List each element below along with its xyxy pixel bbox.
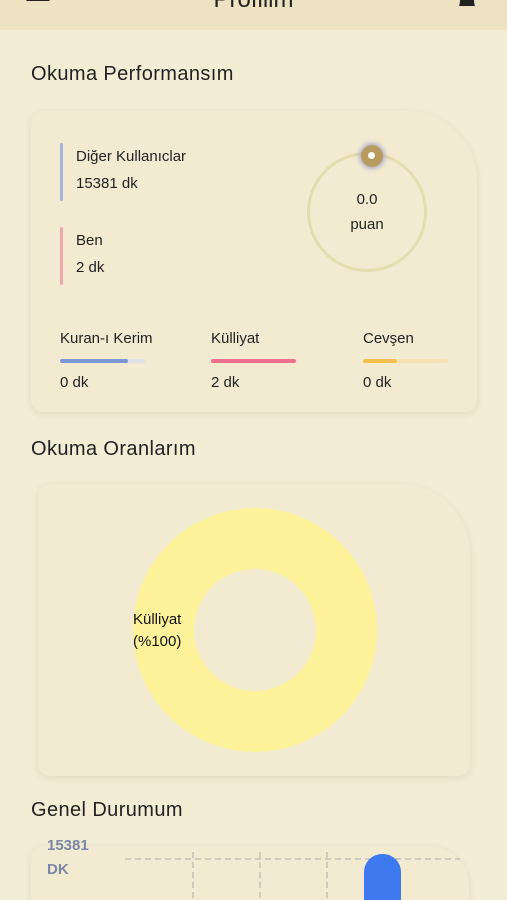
bar: [364, 854, 401, 900]
general-bar-chart: [125, 852, 460, 900]
